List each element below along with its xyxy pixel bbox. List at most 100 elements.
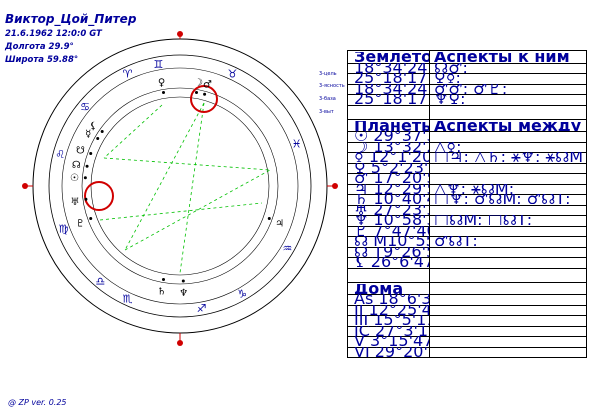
- planet-position-dot: [162, 278, 166, 282]
- planet-position-dot: [83, 176, 87, 180]
- table-cell: ♇ 7°47'40''♍: [354, 225, 429, 236]
- table-cell: 18°34'24''♏: [354, 83, 429, 94]
- table-cell: As 18°6'30''♎: [354, 294, 429, 304]
- depth-label: 3-выт: [319, 109, 334, 115]
- table-cell: □♆; ♂☊M; ♂☊T;: [434, 194, 571, 204]
- zodiac-ring: ♈ ♉ ♊ ♋ ♌ ♍ ♎ ♏ ♐ ♑ ♒ ♓: [55, 58, 301, 315]
- table-cell: △☿;: [434, 141, 462, 152]
- table-cell: ♂☊T;: [434, 236, 478, 246]
- table-header-row: Дома: [347, 284, 587, 294]
- zodiac-sign-glyph: ♊: [154, 58, 164, 71]
- zodiac-sign-glyph: ♑: [237, 287, 247, 300]
- planet-position-dot: [203, 92, 207, 96]
- column-header: Аспекты между планетами: [434, 120, 584, 131]
- table-divider: [347, 281, 587, 283]
- zodiac-sign-glyph: ♈: [123, 68, 133, 81]
- table-cell: ☽ 13°32'29''♒: [354, 141, 429, 152]
- table-cell: III 15°5'11''♐: [354, 315, 429, 325]
- zodiac-sign-glyph: ♏: [123, 292, 133, 305]
- table-divider: [347, 118, 587, 120]
- planet-position-dot: [100, 130, 104, 134]
- table-row: 25°18'17''♌ ♀☿;: [347, 73, 587, 83]
- planet-moon-glyph: ☽: [194, 78, 203, 89]
- planet-uranus-glyph: ♅: [71, 197, 80, 208]
- table-divider: [347, 357, 587, 358]
- table-cell: IC 27°3'15''♑: [354, 325, 429, 336]
- zodiac-sign-glyph: ♎: [95, 275, 105, 288]
- table-cell: 18°34'24''♉: [354, 62, 429, 73]
- top-marker-icon: [177, 31, 183, 37]
- table-divider: [347, 267, 587, 269]
- table-cell: ♂ 17°20'51''♉: [354, 173, 429, 183]
- zodiac-sign-glyph: ♓: [292, 138, 302, 151]
- table-cell: V 3°15'47''♓: [354, 336, 429, 346]
- table-cell: ♀ 5°2'23''♌: [354, 162, 429, 173]
- planet-position-dot: [267, 216, 271, 220]
- table-row: ♆ 10°58'31''♏ □☊M; □☊T;: [347, 215, 587, 225]
- planet-lilith-glyph: ⚸: [90, 121, 97, 132]
- table-row: ☉ 29°37'34''♊: [347, 131, 587, 141]
- table-row: 18°34'24''♏ ♂♂; ♂♇;: [347, 84, 587, 94]
- table-cell: ♆♀;: [434, 94, 466, 104]
- planet-saturn-glyph: ♄: [157, 286, 166, 297]
- table-row: ☊ M10°55'53''♌ ♂☊T;: [347, 236, 587, 246]
- table-column-divider: [347, 50, 348, 357]
- right-marker-icon: [332, 183, 338, 189]
- version-footer: @ ZP ver. 0.25: [8, 398, 67, 407]
- column-header: Землеточки: [354, 52, 429, 62]
- depth-label: 3-цель: [319, 71, 337, 77]
- zodiac-sign-glyph: ♌: [55, 148, 65, 161]
- table-row: ♇ 7°47'40''♍: [347, 226, 587, 236]
- planet-mars-glyph: ♂: [203, 80, 212, 91]
- table-cell: □☊M; □☊T;: [434, 215, 533, 225]
- zodiac-sign-glyph: ♍: [59, 222, 69, 235]
- planet-jupiter-glyph: ♃: [275, 218, 284, 229]
- planet-position-dot: [89, 216, 93, 220]
- table-row: ♃ 12°29'55''♓ △♆; ⚹☊M;: [347, 184, 587, 194]
- table-cell: ♄ 10°40'4''♒: [354, 194, 429, 204]
- table-row: ♄ 10°40'4''♒ □♆; ♂☊M; ♂☊T;: [347, 194, 587, 204]
- highlight-circles: [84, 85, 218, 211]
- table-cell: 25°18'17''♒: [354, 94, 429, 104]
- table-cell: ♂♂; ♂♇;: [434, 83, 508, 94]
- table-row: ☊ T9°26'51''♌: [347, 247, 587, 257]
- table-header-row: Планеты Аспекты между планетами: [347, 121, 587, 131]
- planet-position-dot: [85, 164, 89, 168]
- column-header: Аспекты к ним: [434, 52, 570, 62]
- table-cell: ♃ 12°29'55''♓: [354, 183, 429, 194]
- planet-sun-glyph: ☉: [70, 173, 79, 184]
- table-row: ♀ 5°2'23''♌: [347, 163, 587, 173]
- planet-venus-glyph: ♀: [158, 78, 165, 89]
- table-row: 18°34'24''♉ ☊♂;: [347, 63, 587, 73]
- table-row: IC 27°3'15''♑: [347, 326, 587, 336]
- table-row: II 12°25'4''♏: [347, 305, 587, 315]
- zodiac-sign-glyph: ♐: [197, 302, 207, 315]
- table-cell: ☿ 12°1'20''♊: [354, 152, 429, 162]
- column-header: Дома: [354, 283, 404, 294]
- zodiac-sign-glyph: ♒: [282, 242, 292, 255]
- table-row: 25°18'17''♒ ♆♀;: [347, 94, 587, 104]
- planet-north-node-glyph: ☊: [72, 160, 81, 171]
- table-divider: [347, 104, 587, 106]
- table-row: VI 29°20'51''♓: [347, 347, 587, 357]
- table-row: ♂ 17°20'51''♉: [347, 173, 587, 183]
- depth-label: 3-база: [319, 96, 336, 102]
- table-row: III 15°5'11''♐: [347, 315, 587, 325]
- planet-position-dot: [89, 152, 93, 156]
- planet-position-dot: [194, 90, 198, 94]
- planet-south-node-glyph: ☋: [76, 146, 85, 157]
- table-row: ♅ 27°23'34''♌: [347, 205, 587, 215]
- table-cell: ♀☿;: [434, 73, 461, 83]
- bottom-marker-icon: [177, 340, 183, 346]
- column-header: Планеты: [354, 120, 429, 131]
- planet-position-dot: [162, 90, 166, 94]
- planet-ring: ☉☽☿♀ ♂♃♄♅♆♇☊☋⚸: [70, 78, 284, 299]
- zodiac-sign-glyph: ♉: [227, 68, 237, 81]
- table-row: As 18°6'30''♎: [347, 294, 587, 304]
- table-cell: ⚸ 26°6'47''♌: [354, 257, 429, 267]
- table-cell: ☊ T9°26'51''♌: [354, 246, 429, 257]
- planet-position-dot: [181, 279, 185, 283]
- table-header-row: Землеточки Аспекты к ним: [347, 52, 587, 62]
- zodiac-sign-glyph: ♋: [80, 100, 90, 113]
- planet-position-dot: [96, 137, 100, 140]
